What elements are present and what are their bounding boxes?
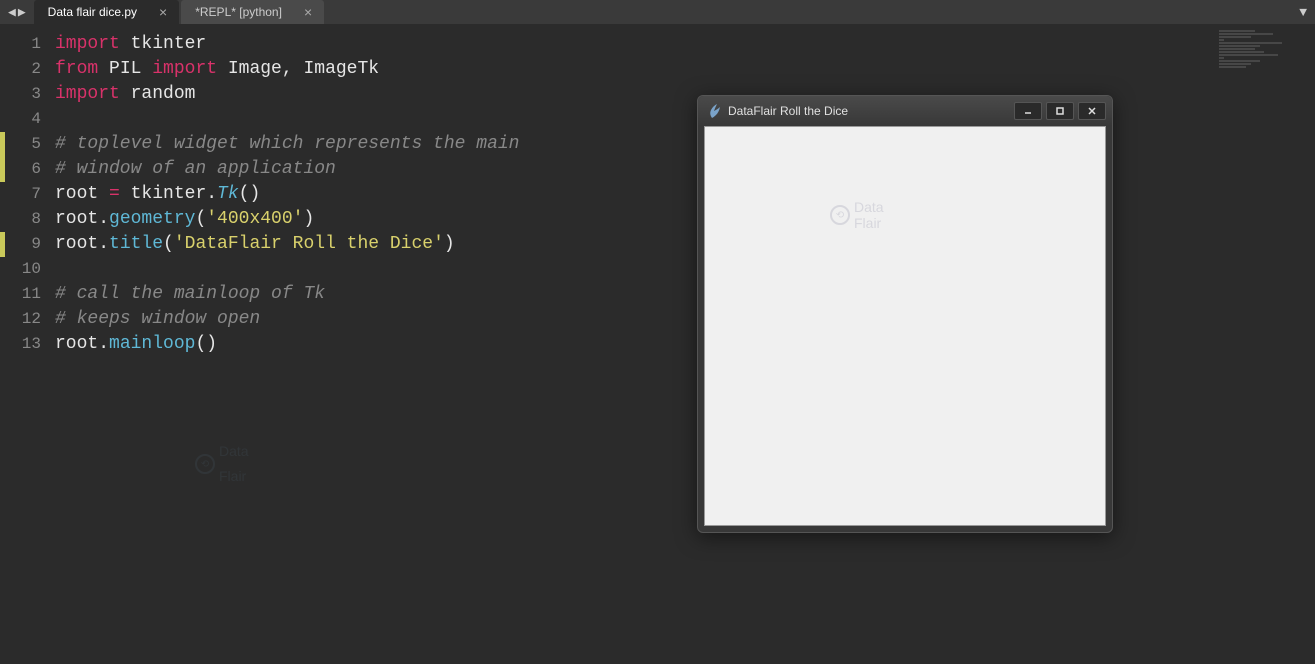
menu-dropdown-icon[interactable]: ▼ xyxy=(1299,5,1307,20)
forward-icon[interactable]: ▶ xyxy=(18,5,26,20)
tkinter-title: DataFlair Roll the Dice xyxy=(728,104,848,118)
line-number: 6 xyxy=(0,157,55,182)
line-number: 12 xyxy=(0,307,55,332)
line-number: 7 xyxy=(0,182,55,207)
tab-bar: Data flair dice.py × *REPL* [python] × xyxy=(34,0,326,24)
tkinter-content: ⟲ DataFlair xyxy=(704,126,1106,526)
tkinter-window: DataFlair Roll the Dice ⟲ DataFlair xyxy=(697,95,1113,533)
watermark: ⟲ DataFlair xyxy=(195,439,249,489)
minimize-button[interactable] xyxy=(1014,102,1042,120)
code-area[interactable]: import tkinter from PIL import Image, Im… xyxy=(55,24,1315,664)
line-number: 8 xyxy=(0,207,55,232)
tab-label: Data flair dice.py xyxy=(48,5,137,19)
close-button[interactable] xyxy=(1078,102,1106,120)
maximize-button[interactable] xyxy=(1046,102,1074,120)
watermark: ⟲ DataFlair xyxy=(830,199,884,231)
line-number: 1 xyxy=(0,32,55,57)
minimap[interactable] xyxy=(1219,30,1309,60)
line-number: 4 xyxy=(0,107,55,132)
tk-app-icon xyxy=(708,104,722,118)
close-icon[interactable]: × xyxy=(304,4,312,20)
tab-file[interactable]: Data flair dice.py × xyxy=(34,0,180,24)
line-number-gutter: 12345678910111213 xyxy=(0,24,55,664)
line-number: 9 xyxy=(0,232,55,257)
tkinter-titlebar[interactable]: DataFlair Roll the Dice xyxy=(698,96,1112,126)
line-number: 11 xyxy=(0,282,55,307)
line-number: 5 xyxy=(0,132,55,157)
nav-arrows: ◀ ▶ xyxy=(8,5,26,20)
editor-area: 12345678910111213 import tkinter from PI… xyxy=(0,24,1315,664)
line-number: 3 xyxy=(0,82,55,107)
tab-repl[interactable]: *REPL* [python] × xyxy=(181,0,324,24)
line-number: 10 xyxy=(0,257,55,282)
line-number: 13 xyxy=(0,332,55,357)
back-icon[interactable]: ◀ xyxy=(8,5,16,20)
editor-titlebar: ◀ ▶ Data flair dice.py × *REPL* [python]… xyxy=(0,0,1315,24)
close-icon[interactable]: × xyxy=(159,4,167,20)
line-number: 2 xyxy=(0,57,55,82)
tab-label: *REPL* [python] xyxy=(195,5,282,19)
